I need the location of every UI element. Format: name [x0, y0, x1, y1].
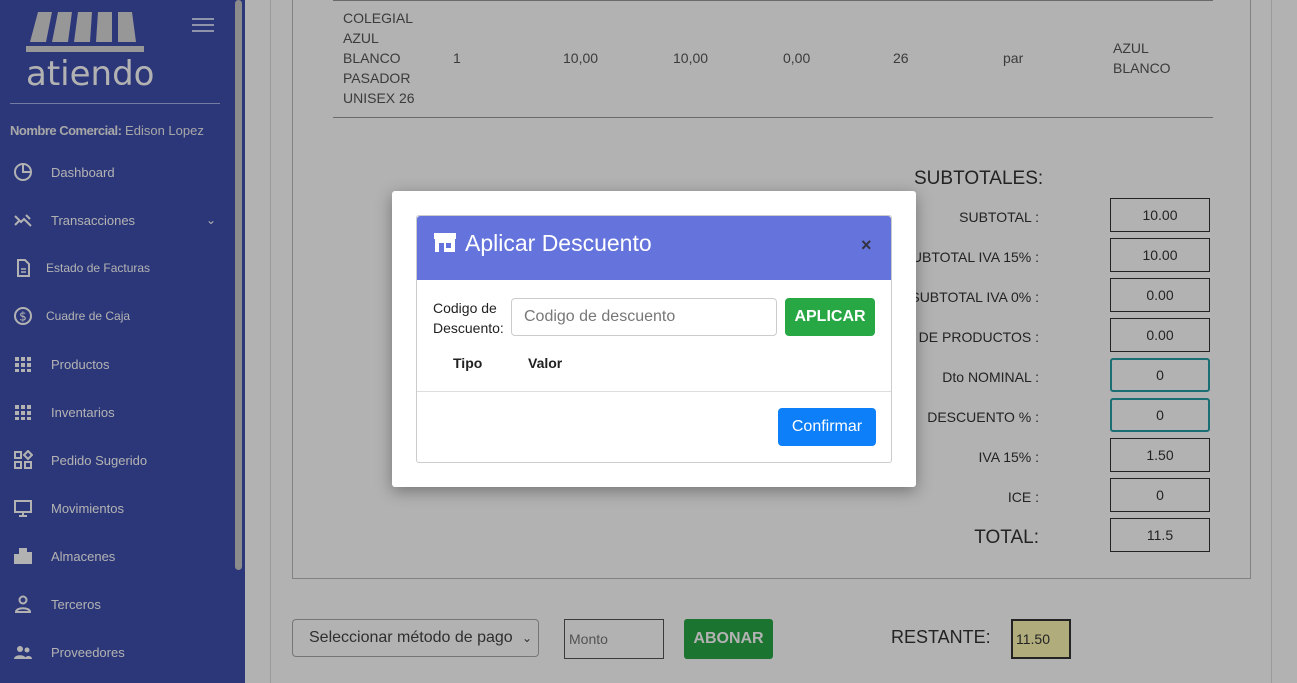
modal-header: Aplicar Descuento ×	[417, 216, 891, 280]
discount-code-label: Codigo de Descuento:	[433, 298, 504, 338]
confirm-button[interactable]: Confirmar	[778, 408, 876, 446]
discount-code-label-line: Descuento:	[433, 320, 504, 336]
apply-button[interactable]: APLICAR	[785, 298, 875, 336]
column-header-valor: Valor	[528, 355, 563, 371]
discount-modal: Aplicar Descuento × Codigo de Descuento:…	[392, 191, 916, 487]
store-icon	[433, 232, 457, 254]
discount-code-input[interactable]: Codigo de descuento	[511, 298, 777, 336]
discount-modal-card: Aplicar Descuento × Codigo de Descuento:…	[416, 215, 892, 463]
modal-divider	[417, 391, 891, 392]
discount-code-label-line: Codigo de	[433, 300, 497, 316]
close-icon[interactable]: ×	[861, 235, 872, 256]
column-header-tipo: Tipo	[453, 355, 483, 371]
modal-title: Aplicar Descuento	[465, 230, 652, 256]
